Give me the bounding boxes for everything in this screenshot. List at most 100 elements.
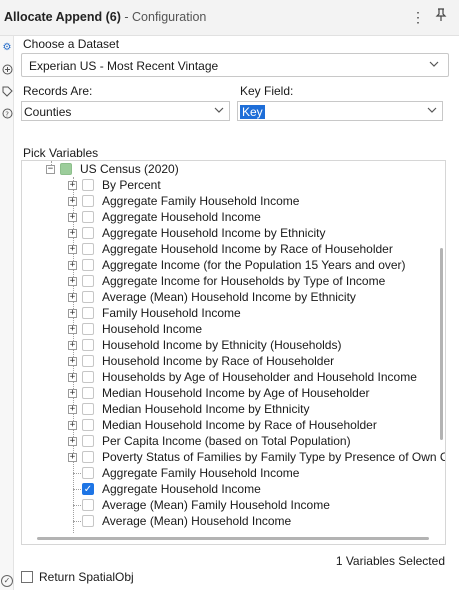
tree-row-checkbox[interactable] bbox=[82, 195, 94, 207]
expand-icon[interactable]: + bbox=[68, 437, 77, 446]
tree-row-checkbox[interactable] bbox=[82, 243, 94, 255]
tree-row-label: Average (Mean) Household Income bbox=[102, 514, 292, 528]
tree-row-checkbox[interactable] bbox=[82, 323, 94, 335]
tree-row-checkbox[interactable] bbox=[82, 371, 94, 383]
tree-row-label: Aggregate Household Income by Ethnicity bbox=[102, 226, 326, 240]
tree-row-label: By Percent bbox=[102, 178, 161, 192]
tree-row-label: Average (Mean) Family Household Income bbox=[102, 498, 330, 512]
tree-row-checkbox[interactable] bbox=[82, 467, 94, 479]
tree-guide bbox=[73, 473, 81, 474]
tree-row-checkbox[interactable] bbox=[60, 163, 72, 175]
tree-row[interactable]: + Households by Age of Householder and Ho… bbox=[22, 369, 432, 385]
tree-row-label: Median Household Income by Ethnicity bbox=[102, 402, 310, 416]
expand-icon[interactable]: + bbox=[68, 389, 77, 398]
tree-row-checkbox[interactable] bbox=[82, 227, 94, 239]
dataset-icon[interactable] bbox=[1, 64, 13, 76]
tree-row[interactable]: + Household Income by Race of Householder bbox=[22, 353, 432, 369]
tree-row-checkbox[interactable] bbox=[82, 291, 94, 303]
tree-row[interactable]: + Family Household Income bbox=[22, 305, 432, 321]
vertical-scroll-thumb[interactable] bbox=[440, 248, 443, 440]
pin-icon[interactable] bbox=[433, 8, 449, 26]
more-vertical-icon[interactable]: ⋮ bbox=[410, 8, 426, 26]
tree-row-checkbox[interactable] bbox=[82, 435, 94, 447]
vertical-scrollbar[interactable] bbox=[437, 161, 445, 533]
tree-row[interactable]: + Aggregate Income for Households by Type… bbox=[22, 273, 432, 289]
tree-row[interactable]: Average (Mean) Family Household Income bbox=[22, 497, 432, 513]
expand-icon[interactable]: + bbox=[68, 261, 77, 270]
return-spatial-checkbox[interactable] bbox=[21, 571, 33, 583]
expand-icon[interactable]: + bbox=[68, 277, 77, 286]
expand-icon[interactable]: + bbox=[68, 405, 77, 414]
tree-row-checkbox[interactable] bbox=[82, 419, 94, 431]
variables-tree[interactable]: − US Census (2020) + By Percent + Aggregate F… bbox=[21, 160, 446, 545]
expand-icon[interactable]: + bbox=[68, 213, 77, 222]
tree-row[interactable]: + Median Household Income by Race of Hous… bbox=[22, 417, 432, 433]
tree-row[interactable]: + Average (Mean) Household Income by Ethn… bbox=[22, 289, 432, 305]
expand-icon[interactable]: + bbox=[68, 325, 77, 334]
tree-row[interactable]: − US Census (2020) bbox=[22, 161, 432, 177]
tree-row[interactable]: + Poverty Status of Families by Family Ty… bbox=[22, 449, 445, 465]
tree-row-checkbox[interactable]: ✓ bbox=[82, 483, 94, 495]
records-dropdown[interactable]: Counties bbox=[21, 101, 230, 121]
tree-guide bbox=[73, 521, 81, 522]
selection-summary: 1 Variables Selected bbox=[335, 554, 445, 568]
tree-row-label: Household Income by Ethnicity (Household… bbox=[102, 338, 342, 352]
gear-icon[interactable]: ⚙ bbox=[1, 42, 13, 54]
tree-row[interactable]: + Aggregate Family Household Income bbox=[22, 193, 432, 209]
tree-row[interactable]: + Aggregate Household Income by Race of H… bbox=[22, 241, 432, 257]
expand-icon[interactable]: + bbox=[68, 357, 77, 366]
tree-row[interactable]: + Median Household Income by Age of House… bbox=[22, 385, 432, 401]
tree-row-label: Households by Age of Householder and Hou… bbox=[102, 370, 417, 384]
tree-row-checkbox[interactable] bbox=[82, 403, 94, 415]
tree-row[interactable]: + Household Income bbox=[22, 321, 432, 337]
tree-row-checkbox[interactable] bbox=[82, 387, 94, 399]
tree-row-checkbox[interactable] bbox=[82, 499, 94, 511]
dataset-dropdown[interactable]: Experian US - Most Recent Vintage bbox=[21, 53, 449, 77]
svg-text:?: ? bbox=[5, 111, 9, 119]
tree-row-checkbox[interactable] bbox=[82, 307, 94, 319]
tool-name: Allocate Append (6) bbox=[4, 10, 121, 24]
tree-row[interactable]: + Aggregate Household Income by Ethnicity bbox=[22, 225, 432, 241]
horizontal-scrollbar[interactable] bbox=[22, 533, 437, 544]
help-icon[interactable]: ? bbox=[1, 108, 13, 120]
tree-row[interactable]: + Household Income by Ethnicity (Househol… bbox=[22, 337, 432, 353]
tree-row-label: Aggregate Income for Households by Type … bbox=[102, 274, 386, 288]
chevron-down-icon bbox=[428, 56, 440, 75]
key-field-dropdown[interactable]: Key bbox=[237, 101, 443, 121]
section-name: - Configuration bbox=[120, 10, 207, 24]
tree-row-checkbox[interactable] bbox=[82, 275, 94, 287]
expand-icon[interactable]: + bbox=[68, 245, 77, 254]
left-sidebar: ⚙ ? bbox=[0, 36, 14, 590]
tree-row-checkbox[interactable] bbox=[82, 259, 94, 271]
tree-row[interactable]: + By Percent bbox=[22, 177, 432, 193]
collapse-icon[interactable]: − bbox=[46, 165, 55, 174]
tree-row[interactable]: + Aggregate Household Income bbox=[22, 209, 432, 225]
tree-row[interactable]: ✓ Aggregate Household Income bbox=[22, 481, 432, 497]
tree-row-checkbox[interactable] bbox=[82, 211, 94, 223]
horizontal-scroll-thumb[interactable] bbox=[37, 537, 429, 540]
tag-icon[interactable] bbox=[1, 86, 13, 98]
tree-row-checkbox[interactable] bbox=[82, 179, 94, 191]
expand-icon[interactable]: + bbox=[68, 373, 77, 382]
expand-icon[interactable]: + bbox=[68, 309, 77, 318]
tree-row-checkbox[interactable] bbox=[82, 451, 94, 463]
expand-icon[interactable]: + bbox=[68, 197, 77, 206]
expand-icon[interactable]: + bbox=[68, 229, 77, 238]
tree-row[interactable]: Average (Mean) Household Income bbox=[22, 513, 432, 529]
expand-icon[interactable]: + bbox=[68, 181, 77, 190]
key-field-selected-text: Key bbox=[240, 105, 265, 119]
tree-row[interactable]: Aggregate Family Household Income bbox=[22, 465, 432, 481]
expand-icon[interactable]: + bbox=[68, 341, 77, 350]
tree-guide bbox=[73, 489, 81, 490]
return-spatial-label: Return SpatialObj bbox=[39, 570, 134, 584]
tree-row-checkbox[interactable] bbox=[82, 515, 94, 527]
expand-icon[interactable]: + bbox=[68, 421, 77, 430]
tree-row[interactable]: + Per Capita Income (based on Total Popul… bbox=[22, 433, 432, 449]
expand-icon[interactable]: + bbox=[68, 293, 77, 302]
tree-row[interactable]: + Aggregate Income (for the Population 15… bbox=[22, 257, 432, 273]
expand-icon[interactable]: + bbox=[68, 453, 77, 462]
tree-row-checkbox[interactable] bbox=[82, 355, 94, 367]
tree-row-checkbox[interactable] bbox=[82, 339, 94, 351]
tree-row[interactable]: + Median Household Income by Ethnicity bbox=[22, 401, 432, 417]
key-field-label: Key Field: bbox=[240, 84, 294, 98]
